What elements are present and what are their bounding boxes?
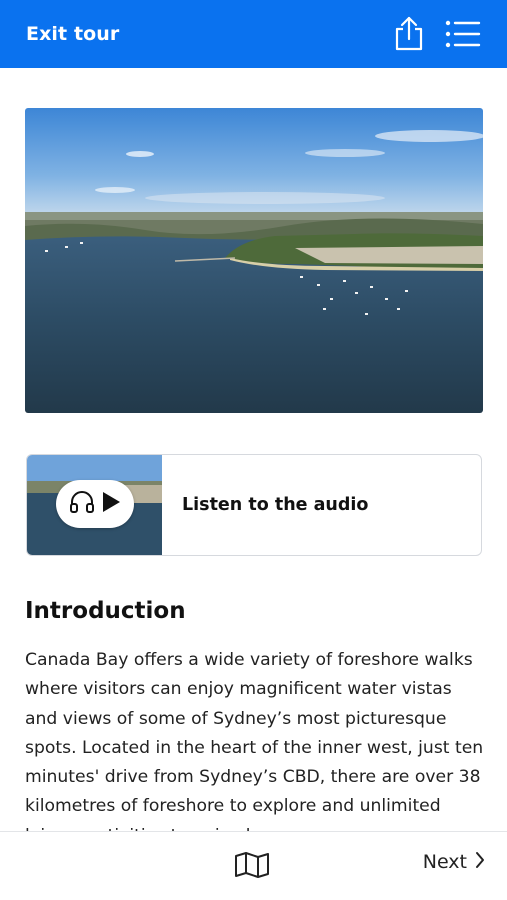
headphones-icon [69,490,95,518]
tour-content[interactable]: Listen to the audio Introduction Canada … [0,68,507,831]
share-icon[interactable] [389,14,429,54]
audio-thumbnail [27,455,162,555]
next-button[interactable]: Next [423,851,485,873]
list-menu-icon[interactable] [443,14,483,54]
top-bar: Exit tour [0,0,507,68]
introduction-heading: Introduction [25,598,186,624]
play-icon [101,491,121,517]
exit-tour-button[interactable]: Exit tour [26,23,119,45]
play-audio-button[interactable] [56,480,134,528]
hero-image [25,108,483,413]
listen-audio-label: Listen to the audio [182,495,369,515]
topbar-actions [389,14,483,54]
bottom-bar: Next [0,831,507,900]
introduction-text: Canada Bay offers a wide variety of fore… [25,650,484,831]
next-label: Next [422,851,467,873]
map-icon[interactable] [232,848,272,882]
chevron-right-icon [475,851,485,873]
listen-audio-card[interactable]: Listen to the audio [26,454,482,556]
